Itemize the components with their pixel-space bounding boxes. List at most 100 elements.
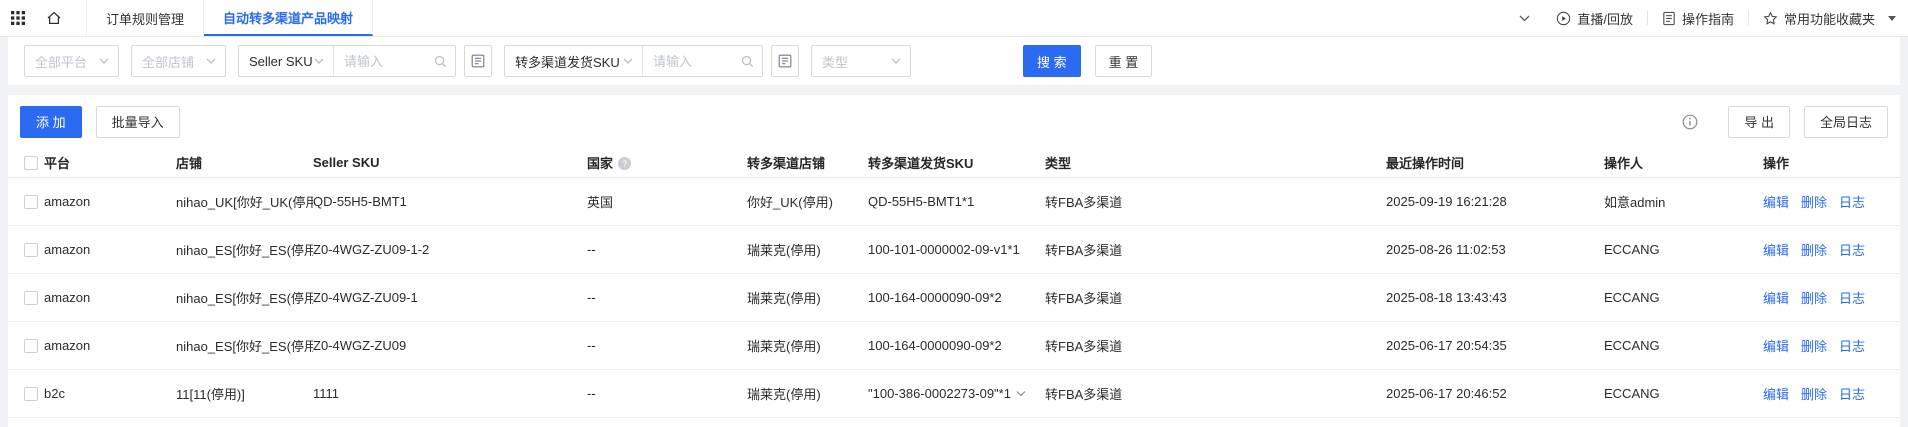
divider	[1747, 11, 1749, 25]
cell-last-operate-time: 2025-08-18 13:43:43	[1386, 273, 1604, 322]
search-button[interactable]: 搜 索	[1023, 45, 1081, 77]
shop-select[interactable]: 全部店铺	[131, 45, 226, 77]
cell-type: 转FBA多渠道	[1045, 369, 1386, 418]
seller-sku-field-select[interactable]: Seller SKU	[239, 46, 334, 76]
cell-operator: 如意admin	[1604, 177, 1763, 226]
operation-guide-button[interactable]: 操作指南	[1662, 9, 1734, 28]
cell-actions: 编辑 删除 日志	[1763, 369, 1900, 418]
row-actions: 编辑 删除 日志	[1763, 291, 1865, 306]
row-action-log[interactable]: 日志	[1839, 195, 1865, 210]
row-checkbox[interactable]	[24, 290, 38, 305]
chevron-down-icon	[99, 58, 109, 64]
table-header-row: 平台 店铺 Seller SKU 国家? 转多渠道店铺 转多渠道发货SKU 类型…	[8, 148, 1900, 178]
tab-list-chevron-icon[interactable]	[1519, 15, 1530, 22]
row-checkbox[interactable]	[24, 386, 38, 401]
seller-sku-batch-input-button[interactable]	[464, 45, 492, 77]
seller-sku-filter-group: Seller SKU	[238, 45, 456, 77]
cell-channel-sku: 100-101-0000002-09-v1*1	[868, 225, 1045, 274]
seller-sku-field-value: Seller SKU	[249, 53, 313, 69]
channel-sku-batch-input-button[interactable]	[771, 45, 799, 77]
seller-sku-input[interactable]	[334, 47, 434, 75]
cell-actions: 编辑 删除 日志	[1763, 273, 1900, 322]
cell-platform: b2c	[44, 369, 176, 418]
channel-sku-text: 100-164-0000090-09*2	[868, 337, 1002, 353]
live-replay-button[interactable]: 直播/回放	[1556, 9, 1633, 28]
channel-sku-text: 100-101-0000002-09-v1*1	[868, 241, 1020, 257]
search-icon	[434, 55, 447, 67]
cell-last-operate-time: 2025-06-17 20:46:52	[1386, 369, 1604, 418]
tab-order-rule-management[interactable]: 订单规则管理	[86, 0, 205, 36]
row-actions: 编辑 删除 日志	[1763, 195, 1865, 210]
reset-button[interactable]: 重 置	[1094, 45, 1153, 77]
row-checkbox[interactable]	[24, 338, 38, 353]
row-checkbox[interactable]	[24, 194, 38, 209]
row-action-delete[interactable]: 删除	[1801, 387, 1827, 402]
row-checkbox[interactable]	[24, 242, 38, 257]
cell-shop: nihao_UK[你好_UK(停用)]	[176, 177, 313, 226]
channel-sku-filter-group: 转多渠道发货SKU	[504, 45, 763, 77]
sku-expand-icon[interactable]	[1016, 390, 1026, 397]
cell-channel-sku: QD-55H5-BMT1*1	[868, 177, 1045, 226]
cell-shop: nihao_ES[你好_ES(停用)]	[176, 321, 313, 370]
row-action-delete[interactable]: 删除	[1801, 243, 1827, 258]
channel-sku-field-value: 转多渠道发货SKU	[515, 54, 620, 70]
batch-import-button[interactable]: 批量导入	[95, 105, 180, 138]
table-row: amazon nihao_ES[你好_ES(停用)] Z0-4WGZ-ZU09 …	[8, 321, 1900, 370]
row-action-log[interactable]: 日志	[1839, 339, 1865, 354]
chevron-down-icon	[314, 58, 324, 64]
country-help-icon[interactable]: ?	[618, 157, 632, 171]
table-row: amazon nihao_ES[你好_ES(停用)] Z0-4WGZ-ZU09-…	[8, 273, 1900, 322]
platform-select[interactable]: 全部平台	[24, 45, 119, 77]
favorites-button[interactable]: 常用功能收藏夹	[1763, 9, 1896, 28]
cell-operator: ECCANG	[1604, 369, 1763, 418]
col-shop: 店铺	[176, 148, 313, 178]
chevron-down-icon	[206, 58, 216, 64]
cell-shop: nihao_ES[你好_ES(停用)]	[176, 273, 313, 322]
cell-country: --	[587, 321, 747, 370]
cell-channel-shop: 瑞莱克(停用)	[747, 273, 868, 322]
cell-platform: amazon	[44, 177, 176, 226]
row-action-edit[interactable]: 编辑	[1763, 387, 1789, 402]
row-action-delete[interactable]: 删除	[1801, 195, 1827, 210]
cell-country: 英国	[587, 177, 747, 226]
cell-channel-shop: 瑞莱克(停用)	[747, 321, 868, 370]
info-icon[interactable]	[1682, 114, 1698, 130]
guide-doc-icon	[1663, 11, 1675, 25]
channel-sku-input[interactable]	[643, 47, 741, 75]
content-card: 添 加 批量导入 导 出 全局日志 平台 店铺 Seller SKU 国家 ? …	[8, 95, 1900, 427]
channel-sku-text: QD-55H5-BMT1*1	[868, 193, 975, 209]
cell-operator: ECCANG	[1604, 273, 1763, 322]
row-action-log[interactable]: 日志	[1839, 243, 1865, 258]
operation-guide-label: 操作指南	[1681, 11, 1734, 27]
channel-sku-field-select[interactable]: 转多渠道发货SKU	[505, 46, 643, 76]
apps-grid-button[interactable]	[0, 0, 36, 36]
cell-channel-shop: 瑞莱克(停用)	[747, 225, 868, 274]
row-action-delete[interactable]: 删除	[1801, 291, 1827, 306]
cell-shop: nihao_ES[你好_ES(停用)]	[176, 225, 313, 274]
home-icon	[47, 11, 61, 24]
cell-type: 转FBA多渠道	[1045, 321, 1386, 370]
row-action-edit[interactable]: 编辑	[1763, 339, 1789, 354]
export-button[interactable]: 导 出	[1728, 105, 1790, 138]
type-select[interactable]: 类型	[811, 45, 911, 77]
col-actions: 操作	[1763, 148, 1900, 178]
row-action-log[interactable]: 日志	[1839, 291, 1865, 306]
cell-seller-sku: Z0-4WGZ-ZU09	[313, 321, 587, 370]
row-actions: 编辑 删除 日志	[1763, 339, 1865, 354]
global-log-button[interactable]: 全局日志	[1803, 105, 1888, 138]
row-action-edit[interactable]: 编辑	[1763, 291, 1789, 306]
shop-select-value: 全部店铺	[142, 54, 195, 70]
row-action-edit[interactable]: 编辑	[1763, 195, 1789, 210]
row-action-delete[interactable]: 删除	[1801, 339, 1827, 354]
cell-actions: 编辑 删除 日志	[1763, 177, 1900, 226]
row-action-log[interactable]: 日志	[1839, 387, 1865, 402]
row-action-edit[interactable]: 编辑	[1763, 243, 1789, 258]
apps-grid-icon	[11, 11, 25, 25]
divider	[1646, 11, 1648, 25]
select-all-checkbox[interactable]	[24, 156, 38, 171]
cell-seller-sku: Z0-4WGZ-ZU09-1-2	[313, 225, 587, 274]
table-row: amazon nihao_ES[你好_ES(停用)] Z0-4WGZ-ZU09-…	[8, 225, 1900, 274]
home-button[interactable]	[36, 0, 72, 36]
add-button[interactable]: 添 加	[20, 105, 82, 138]
tab-auto-multichannel-product-mapping[interactable]: 自动转多渠道产品映射	[204, 0, 374, 36]
